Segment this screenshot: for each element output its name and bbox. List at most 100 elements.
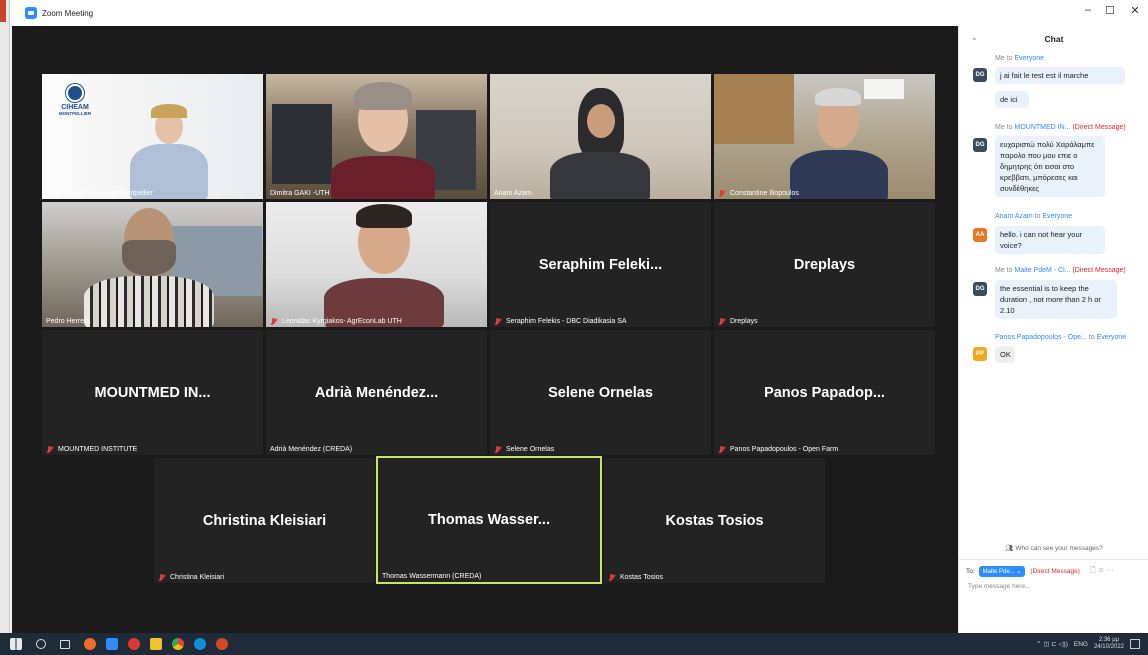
- avatar: DG: [973, 282, 987, 296]
- tile-caption: Anam Azam: [494, 190, 532, 197]
- tile-caption: Dimitra GAKI -UTH: [270, 190, 330, 197]
- zoom-logo-icon: [25, 7, 37, 19]
- video-tile[interactable]: CIHEAM MONTPELLIER Maite PdeM - CIHEAM M…: [42, 74, 263, 199]
- video-tile[interactable]: Panos Papadop... Panos Papadopoulos - Op…: [714, 330, 935, 455]
- muted-mic-icon: [46, 445, 53, 454]
- skype-icon[interactable]: [194, 638, 206, 650]
- desktop-edge: [0, 0, 10, 633]
- video-tile[interactable]: Leonidas Kyrgiakos- AgrEconLab UTH: [266, 202, 487, 327]
- tile-caption: Pedro Herrera: [46, 318, 91, 325]
- avatar: DG: [973, 138, 987, 152]
- chat-message: j ai fait le test est il marche: [995, 67, 1125, 84]
- video-tile-active-speaker[interactable]: Thomas Wasser... Thomas Wassermann (CRED…: [376, 456, 602, 584]
- language-indicator[interactable]: ENG: [1074, 641, 1088, 648]
- tile-caption: Kostas Tosios: [606, 573, 665, 582]
- clock[interactable]: 2:36 μμ 24/10/2022: [1094, 637, 1124, 651]
- search-icon[interactable]: [36, 639, 46, 649]
- chat-message: the essential is to keep the duration , …: [995, 280, 1117, 319]
- tile-caption: Constantine Iliopoulos: [716, 189, 801, 198]
- muted-mic-icon: [718, 317, 725, 326]
- muted-mic-icon: [494, 317, 501, 326]
- message-header: Panos Papadopoulos - Ope... to Everyone: [995, 334, 1127, 341]
- chat-message: hello. i can not hear your voice?: [995, 226, 1105, 254]
- video-tile[interactable]: Kostas Tosios Kostas Tosios: [604, 458, 825, 583]
- muted-mic-icon: [718, 189, 725, 198]
- more-icon[interactable]: ···: [1107, 567, 1114, 574]
- message-header: Me to Maite PdeM - Cl... (Direct Message…: [995, 267, 1126, 274]
- video-tile[interactable]: Adrià Menéndez... Adrià Menéndez (CREDA): [266, 330, 487, 455]
- tile-caption: Seraphim Felekis - DBC Diadikasia SA: [492, 317, 629, 326]
- gallery-view: CIHEAM MONTPELLIER Maite PdeM - CIHEAM M…: [12, 26, 958, 633]
- participant-name: Dreplays: [793, 256, 856, 273]
- chat-panel: ⌄ Chat Me to Everyone DG j ai fait le te…: [958, 26, 1148, 633]
- maximize-button[interactable]: ☐: [1100, 4, 1120, 17]
- firefox-icon[interactable]: [84, 638, 96, 650]
- participant-name: Selene Ornelas: [548, 384, 653, 401]
- direct-message-label: (Direct Message): [1030, 568, 1080, 575]
- zoom-taskbar-icon[interactable]: [106, 638, 118, 650]
- video-tile[interactable]: Dreplays Dreplays: [714, 202, 935, 327]
- ciheam-logo: CIHEAM MONTPELLIER: [57, 84, 93, 116]
- video-tile[interactable]: MOUNTMED IN... MOUNTMED INSTITUTE: [42, 330, 263, 455]
- participant-name: Seraphim Feleki...: [538, 256, 663, 273]
- video-tile[interactable]: Selene Ornelas Selene Ornelas: [490, 330, 711, 455]
- notifications-icon[interactable]: [1130, 639, 1140, 649]
- participant-name: Christina Kleisiari: [202, 512, 327, 529]
- emoji-icon[interactable]: ☺: [1097, 567, 1104, 574]
- tile-caption: MOUNTMED INSTITUTE: [44, 445, 139, 454]
- participant-name: Kostas Tosios: [665, 512, 764, 529]
- chevron-down-icon: ⌄: [1016, 569, 1022, 575]
- chat-title: Chat: [1044, 34, 1064, 44]
- tray-icons[interactable]: ⌃ ◫ ⊏ ◁)): [1036, 640, 1068, 648]
- file-explorer-icon[interactable]: [150, 638, 162, 650]
- file-icon[interactable]: 🗋: [1090, 567, 1096, 574]
- divider: [959, 559, 1148, 560]
- chrome-icon[interactable]: [172, 638, 184, 650]
- system-tray: ⌃ ◫ ⊏ ◁)) ENG 2:36 μμ 24/10/2022: [1036, 633, 1140, 655]
- chat-message-input[interactable]: Type message here...: [968, 583, 1031, 590]
- powerpoint-icon[interactable]: [216, 638, 228, 650]
- tile-caption: Maite PdeM - CIHEAM Montpellier: [46, 190, 153, 197]
- tile-caption: Selene Ornelas: [492, 445, 556, 454]
- tile-caption: Christina Kleisiari: [156, 573, 226, 582]
- participant-name: Panos Papadop...: [764, 384, 885, 401]
- screen-recorder-icon[interactable]: [128, 638, 140, 650]
- participant-name: Thomas Wasser...: [428, 512, 550, 528]
- start-icon[interactable]: [10, 638, 22, 650]
- muted-mic-icon: [718, 445, 725, 454]
- participant-name: MOUNTMED IN...: [94, 384, 211, 401]
- recipient-row: To: Maite Pde... ⌄ (Direct Message) 🗋 ☺ …: [966, 566, 1114, 577]
- message-header: Anam Azam to Everyone: [995, 213, 1073, 220]
- avatar: AA: [973, 228, 987, 242]
- windows-taskbar: ⌃ ◫ ⊏ ◁)) ENG 2:36 μμ 24/10/2022: [0, 633, 1148, 655]
- avatar: DG: [973, 68, 987, 82]
- avatar: PP: [973, 347, 987, 361]
- tile-caption: Thomas Wassermann (CREDA): [382, 573, 482, 580]
- video-tile[interactable]: Pedro Herrera: [42, 202, 263, 327]
- screen: Zoom Meeting – ☐ ✕ CIHEAM MONTPELLIER Ma…: [0, 0, 1148, 655]
- tile-caption: Dreplays: [716, 317, 760, 326]
- video-tile[interactable]: Dimitra GAKI -UTH: [266, 74, 487, 199]
- message-header: Me to Everyone: [995, 55, 1045, 62]
- muted-mic-icon: [270, 317, 277, 326]
- minimize-button[interactable]: –: [1078, 4, 1098, 16]
- muted-mic-icon: [608, 573, 615, 582]
- recipient-dropdown[interactable]: Maite Pde... ⌄: [978, 566, 1026, 577]
- chat-message: de ici: [995, 91, 1029, 108]
- tile-caption: Leonidas Kyrgiakos- AgrEconLab UTH: [268, 317, 404, 326]
- muted-mic-icon: [158, 573, 165, 582]
- chat-message: OK: [995, 346, 1015, 363]
- muted-mic-icon: [494, 445, 501, 454]
- task-view-icon[interactable]: [60, 639, 70, 649]
- chat-message: ευχαριστώ πολύ Χαράλαμπε παρολο που μου …: [995, 136, 1105, 197]
- who-can-see-messages-link[interactable]: 👥︎ Who can see your messages?: [959, 544, 1148, 552]
- people-icon: 👥︎: [1005, 545, 1014, 552]
- video-tile[interactable]: Christina Kleisiari Christina Kleisiari: [154, 458, 375, 583]
- video-tile[interactable]: Anam Azam: [490, 74, 711, 199]
- video-tile[interactable]: Seraphim Feleki... Seraphim Felekis - DB…: [490, 202, 711, 327]
- message-header: Me to MOUNTMED IN... (Direct Message): [995, 124, 1126, 131]
- participant-name: Adrià Menéndez...: [314, 384, 439, 401]
- video-tile[interactable]: Constantine Iliopoulos: [714, 74, 935, 199]
- title-bar: Zoom Meeting – ☐ ✕: [10, 0, 1148, 26]
- close-button[interactable]: ✕: [1125, 4, 1145, 17]
